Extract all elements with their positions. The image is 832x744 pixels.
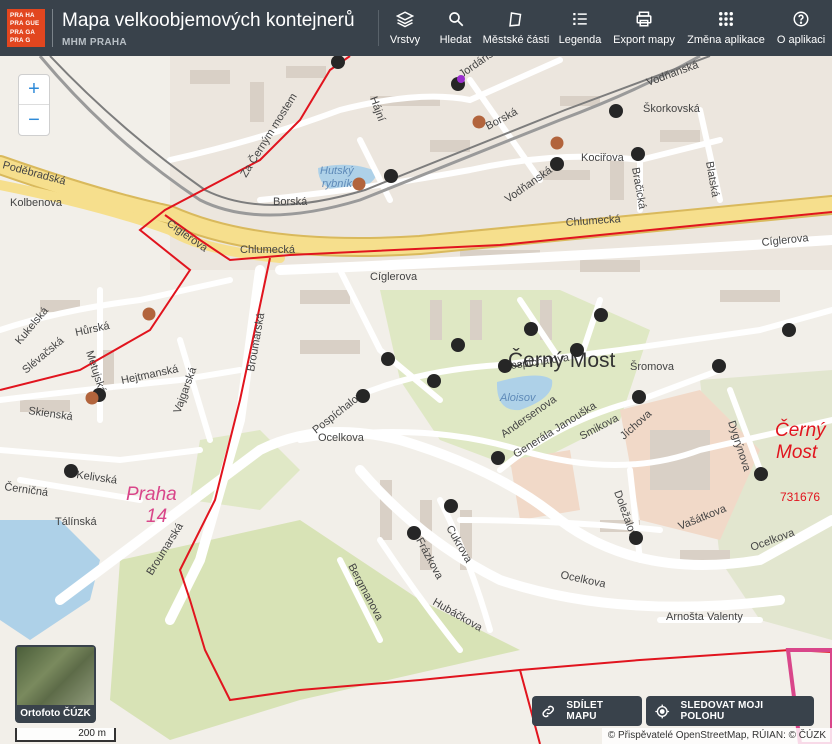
container-marker[interactable] bbox=[427, 374, 441, 388]
container-marker-brown[interactable] bbox=[550, 136, 564, 150]
street-label: Chlumecká bbox=[240, 244, 296, 256]
pond-label: Hutský bbox=[320, 165, 355, 177]
container-marker[interactable] bbox=[384, 169, 398, 183]
street-label: Škorkovská bbox=[643, 102, 701, 115]
container-marker[interactable] bbox=[407, 526, 421, 540]
pond-label: Aloisov bbox=[499, 392, 537, 404]
toolbar-layers-button[interactable]: Vrstvy bbox=[377, 0, 433, 56]
container-marker[interactable] bbox=[356, 389, 370, 403]
container-marker-brown[interactable] bbox=[142, 307, 156, 321]
neighbourhood-label: Černý Most bbox=[508, 349, 616, 372]
code-label: 731676 bbox=[780, 490, 820, 504]
toolbar-legend-label: Legenda bbox=[558, 34, 602, 46]
track-location-label: SLEDOVAT MOJI POLOHU bbox=[680, 700, 764, 722]
street-label: Ocelkova bbox=[318, 432, 365, 444]
container-marker-brown[interactable] bbox=[352, 177, 366, 191]
container-marker[interactable] bbox=[632, 390, 646, 404]
district-label: Černý bbox=[775, 419, 827, 441]
layers-icon bbox=[396, 11, 414, 28]
street-label: Kolbenova bbox=[10, 197, 63, 209]
pond-label: rybník bbox=[322, 178, 352, 190]
toolbar-legend-button[interactable]: Legenda bbox=[554, 0, 606, 56]
container-marker-brown[interactable] bbox=[85, 391, 99, 405]
container-marker-brown[interactable] bbox=[472, 115, 486, 129]
container-marker[interactable] bbox=[524, 322, 538, 336]
toolbar-districts-label: Městské části bbox=[482, 34, 550, 46]
app-root: PRA HA PRA GUE PRA GA PRA G Mapa velkoob… bbox=[0, 0, 832, 744]
container-marker[interactable] bbox=[444, 499, 458, 513]
container-marker[interactable] bbox=[381, 352, 395, 366]
container-marker[interactable] bbox=[629, 531, 643, 545]
logo-line-1: PRA HA bbox=[10, 12, 35, 19]
container-marker[interactable] bbox=[712, 359, 726, 373]
toolbar-export-button[interactable]: Export mapy bbox=[606, 0, 682, 56]
zoom-in-button[interactable]: + bbox=[19, 75, 49, 105]
target-icon bbox=[655, 704, 670, 718]
street-label: Tálínská bbox=[55, 516, 97, 528]
container-marker[interactable] bbox=[782, 323, 796, 337]
zoom-out-button[interactable]: − bbox=[19, 105, 49, 135]
toolbar-about-label: O aplikaci bbox=[776, 34, 826, 46]
container-marker[interactable] bbox=[498, 359, 512, 373]
container-marker-purple[interactable] bbox=[457, 75, 465, 83]
scale-bar: 200 m bbox=[15, 728, 116, 742]
printer-icon bbox=[636, 11, 652, 27]
ortofoto-thumbnail bbox=[17, 647, 94, 705]
toolbar-apps-button[interactable]: Změna aplikace bbox=[682, 0, 770, 56]
share-map-button[interactable]: SDÍLET MAPU bbox=[532, 696, 642, 726]
street-label: Kociřova bbox=[581, 152, 625, 164]
district-label: Praha bbox=[126, 484, 177, 505]
zoom-control: + − bbox=[18, 74, 50, 136]
toolbar-districts-button[interactable]: Městské části bbox=[478, 0, 554, 56]
toolbar-search-button[interactable]: Hledat bbox=[433, 0, 478, 56]
toolbar-about-button[interactable]: O aplikaci bbox=[770, 0, 832, 56]
street-label: Borská bbox=[273, 196, 308, 208]
app-title: Mapa velkoobjemových kontejnerů bbox=[62, 10, 355, 31]
header-divider bbox=[52, 9, 53, 47]
prague-logo[interactable]: PRA HA PRA GUE PRA GA PRA G bbox=[7, 9, 45, 47]
container-marker[interactable] bbox=[491, 451, 505, 465]
street-label: Šromova bbox=[630, 360, 675, 373]
search-icon bbox=[448, 12, 463, 27]
container-marker[interactable] bbox=[609, 104, 623, 118]
container-marker[interactable] bbox=[594, 308, 608, 322]
basemap-switch-ortofoto[interactable]: Ortofoto ČÚZK bbox=[15, 645, 96, 723]
street-label: Arnošta Valenty bbox=[666, 611, 743, 623]
container-marker[interactable] bbox=[631, 147, 645, 161]
list-icon bbox=[573, 13, 587, 25]
link-icon bbox=[542, 705, 554, 717]
toolbar-export-label: Export mapy bbox=[613, 34, 675, 46]
app-header: PRA HA PRA GUE PRA GA PRA G Mapa velkoob… bbox=[0, 0, 832, 56]
track-location-button[interactable]: SLEDOVAT MOJI POLOHU bbox=[646, 696, 814, 726]
map-attribution: © Přispěvatelé OpenStreetMap, RÚIAN: © Č… bbox=[601, 728, 832, 744]
grid-icon bbox=[719, 12, 733, 26]
container-marker[interactable] bbox=[754, 467, 768, 481]
toolbar-search-label: Hledat bbox=[439, 34, 472, 46]
toolbar-layers-label: Vrstvy bbox=[389, 34, 421, 46]
help-icon bbox=[793, 11, 809, 27]
map-canvas[interactable]: Poděbradská Kolbenova Cíglerova Chlumeck… bbox=[0, 56, 832, 744]
logo-line-4: PRA G bbox=[10, 37, 31, 45]
logo-line-3: PRA GA bbox=[10, 28, 36, 36]
container-marker[interactable] bbox=[64, 464, 78, 478]
toolbar: Vrstvy Hledat Městské části Legenda Expo… bbox=[377, 0, 832, 56]
ortofoto-label: Ortofoto ČÚZK bbox=[20, 708, 91, 719]
container-marker[interactable] bbox=[550, 157, 564, 171]
street-label: Cíglerova bbox=[370, 271, 418, 283]
basemap: Poděbradská Kolbenova Cíglerova Chlumeck… bbox=[0, 56, 832, 744]
map-outline-icon bbox=[509, 12, 522, 27]
district-label: Most bbox=[776, 442, 818, 463]
share-map-label: SDÍLET MAPU bbox=[566, 700, 604, 722]
app-subtitle: MHM PRAHA bbox=[62, 37, 127, 48]
container-marker[interactable] bbox=[570, 343, 584, 357]
district-label: 14 bbox=[146, 506, 167, 527]
logo-line-2: PRA GUE bbox=[10, 20, 40, 28]
container-marker[interactable] bbox=[451, 338, 465, 352]
toolbar-apps-label: Změna aplikace bbox=[687, 34, 765, 46]
